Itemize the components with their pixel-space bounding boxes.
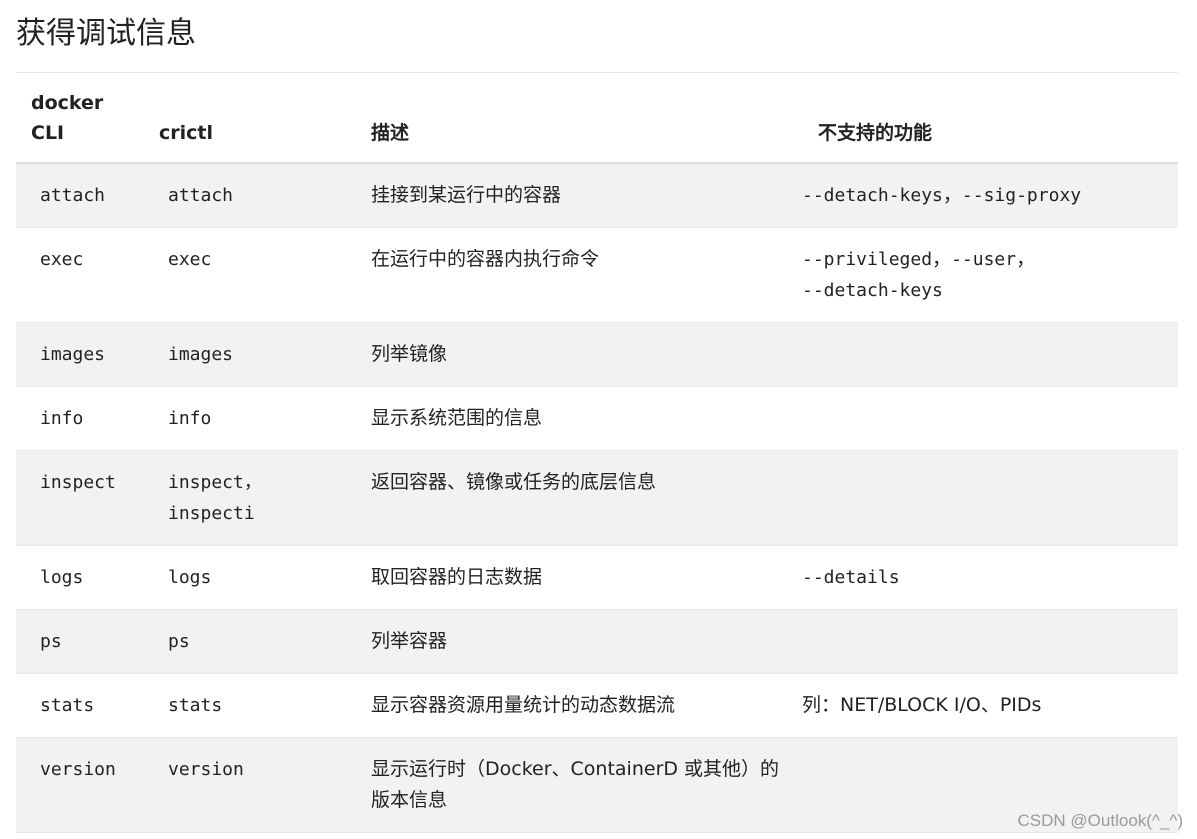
unsupported-flag: --sig-proxy	[961, 185, 1082, 206]
unsupported-flag: --privileged	[802, 249, 933, 270]
page-title: 获得调试信息	[16, 16, 196, 51]
docker-command-cell: version	[40, 759, 116, 780]
unsupported-flag: --details	[802, 567, 900, 588]
table-row: attach attach 挂接到某运行中的容器 --detach-keys，-…	[16, 163, 1178, 228]
list-separator: ，	[942, 184, 962, 206]
description-cell: 显示容器资源用量统计的动态数据流	[371, 694, 676, 716]
description-cell: 挂接到某运行中的容器	[371, 184, 562, 206]
header-description: 描述	[347, 80, 794, 164]
description-cell: 列举容器	[371, 630, 448, 652]
unsupported-flag: --user	[951, 249, 1017, 270]
unsupported-features-cell: 列：NET/BLOCK I/O、PIDs	[802, 694, 1042, 716]
list-separator: ，	[243, 472, 262, 493]
unsupported-features-cell	[794, 387, 1178, 451]
table-header-row: docker CLI crictl 描述 不支持的功能	[16, 80, 1178, 164]
docker-command-cell: stats	[40, 695, 95, 716]
description-cell: 返回容器、镜像或任务的底层信息	[371, 471, 657, 493]
docker-command-cell: inspect	[40, 472, 116, 493]
table-row: exec exec 在运行中的容器内执行命令 --privileged，--us…	[16, 227, 1178, 323]
crictl-command: inspecti	[168, 503, 255, 524]
crictl-command-cell: logs	[168, 567, 212, 588]
docker-command-cell: info	[40, 408, 84, 429]
table-row: inspect inspect， inspecti 返回容器、镜像或任务的底层信息	[16, 450, 1178, 546]
header-docker-cli-line1: docker	[31, 92, 104, 114]
header-crictl: crictl	[144, 80, 347, 164]
list-separator: ，	[932, 248, 952, 270]
unsupported-features-cell	[794, 323, 1178, 387]
unsupported-features-cell: --detach-keys，--sig-proxy	[794, 163, 1178, 228]
docker-command-cell: attach	[40, 185, 106, 206]
crictl-command-cell: ps	[168, 631, 190, 652]
docker-crictl-mapping-table: docker CLI crictl 描述 不支持的功能 attach attac…	[16, 80, 1178, 833]
table-row: logs logs 取回容器的日志数据 --details	[16, 545, 1178, 610]
watermark: CSDN @Outlook(^_^)	[1017, 811, 1183, 830]
unsupported-features-cell	[794, 451, 1178, 546]
crictl-command-cell: stats	[168, 695, 223, 716]
table-row: ps ps 列举容器	[16, 609, 1178, 674]
description-cell: 显示系统范围的信息	[371, 407, 543, 429]
docker-command-cell: logs	[40, 567, 84, 588]
docker-command-cell: images	[40, 344, 106, 365]
table-row: stats stats 显示容器资源用量统计的动态数据流 列：NET/BLOCK…	[16, 673, 1178, 738]
crictl-command-cell: images	[168, 344, 234, 365]
crictl-command-cell: version	[168, 759, 244, 780]
header-docker-cli-line2: CLI	[31, 122, 65, 144]
crictl-command-cell: exec	[168, 249, 212, 270]
list-separator: ，	[1016, 248, 1036, 270]
crictl-command-cell: info	[168, 408, 212, 429]
unsupported-features-cell: --privileged，--user， --detach-keys	[794, 228, 1178, 323]
table-row: info info 显示系统范围的信息	[16, 386, 1178, 451]
unsupported-features-cell	[794, 610, 1178, 674]
table-row: version version 显示运行时（Docker、ContainerD …	[16, 737, 1178, 833]
title-divider	[16, 72, 1178, 73]
unsupported-flag: --detach-keys	[802, 280, 943, 301]
description-cell: 列举镜像	[371, 343, 448, 365]
description-line: 显示运行时（Docker、ContainerD 或其他）的	[371, 758, 780, 780]
unsupported-flag: --detach-keys	[802, 185, 943, 206]
description-cell: 在运行中的容器内执行命令	[371, 248, 600, 270]
crictl-command-cell: attach	[168, 185, 234, 206]
docker-command-cell: ps	[40, 631, 62, 652]
header-docker-cli: docker CLI	[16, 80, 144, 164]
docker-command-cell: exec	[40, 249, 84, 270]
crictl-command-cell: inspect， inspecti	[144, 451, 347, 546]
description-cell: 取回容器的日志数据	[371, 566, 543, 588]
unsupported-features-cell: --details	[794, 546, 1178, 610]
table-row: images images 列举镜像	[16, 322, 1178, 387]
description-cell: 显示运行时（Docker、ContainerD 或其他）的 版本信息	[347, 738, 794, 833]
crictl-command: inspect	[168, 472, 244, 493]
description-line: 版本信息	[371, 789, 448, 811]
header-unsupported-features: 不支持的功能	[794, 80, 1178, 164]
